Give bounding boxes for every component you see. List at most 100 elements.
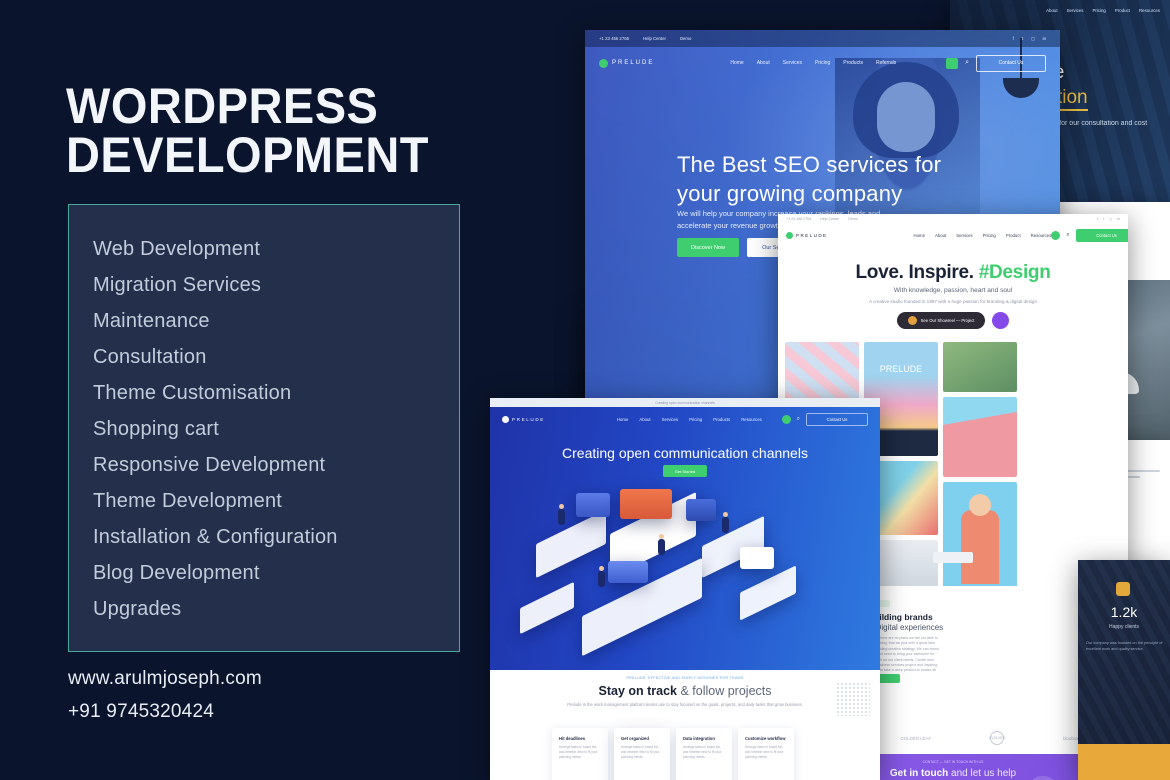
seo-nav-item[interactable]: Products bbox=[843, 60, 863, 66]
feature-title: Get organized bbox=[621, 736, 649, 741]
feature-card[interactable]: Get organized Arrange tasks in board lis… bbox=[614, 728, 670, 780]
trophy-icon bbox=[1116, 582, 1130, 596]
instagram-icon[interactable]: ◻ bbox=[1031, 36, 1035, 42]
design-subtitle2: A creative studio founded in 1997 with a… bbox=[868, 299, 1038, 304]
design-headline: Love. Inspire. #Design bbox=[778, 262, 1128, 284]
search-icon[interactable]: ⌕ bbox=[797, 416, 800, 423]
cart-icon[interactable] bbox=[781, 414, 791, 424]
seo-nav-item[interactable]: Home bbox=[730, 60, 743, 66]
communication-cta-button[interactable]: Contact Us bbox=[806, 412, 868, 426]
service-item: Theme Customisation bbox=[93, 382, 292, 404]
feature-title: Customize workflow bbox=[745, 736, 786, 741]
feature-card[interactable]: Customize workflow Arrange tasks in boar… bbox=[738, 728, 794, 780]
cart-icon[interactable] bbox=[946, 57, 959, 69]
poster-canvas: About Services Pricing Product Resources… bbox=[0, 0, 1170, 780]
portfolio-item[interactable] bbox=[943, 342, 1017, 392]
communication-nav-item[interactable]: Products bbox=[713, 417, 730, 422]
stats-body: Our company was founded on the principle… bbox=[1086, 641, 1163, 651]
design-cta-button[interactable]: Contact Us bbox=[1075, 228, 1128, 242]
seo-social-icons: f t ◻ in bbox=[1013, 36, 1046, 42]
poster-text: PRELUDE bbox=[879, 364, 923, 374]
features-headline-bold: Stay on track bbox=[598, 684, 678, 698]
search-icon[interactable]: ⌕ bbox=[965, 59, 969, 67]
page-title: WORDPRESS DEVELOPMENT bbox=[66, 81, 461, 183]
showreel-button[interactable]: See Our Showreel — Project bbox=[897, 312, 985, 329]
design-nav-item[interactable]: Product bbox=[1006, 233, 1021, 238]
page-title-line2: DEVELOPMENT bbox=[66, 127, 429, 183]
linkedin-icon[interactable]: in bbox=[1043, 36, 1046, 42]
services-box: Web Development Migration Services Maint… bbox=[68, 204, 460, 652]
portfolio-item[interactable] bbox=[943, 482, 1017, 590]
communication-nav-item[interactable]: About bbox=[639, 417, 650, 422]
seo-topbar-demo[interactable]: Demo bbox=[680, 36, 691, 41]
portfolio-item[interactable] bbox=[943, 397, 1017, 477]
communication-button[interactable]: Get Started bbox=[663, 465, 707, 477]
design-topbar-help[interactable]: Help Center bbox=[820, 217, 839, 221]
load-more-button[interactable] bbox=[933, 552, 973, 563]
footer-headline-light: and let us help bbox=[948, 768, 1017, 779]
instagram-icon[interactable]: ◻ bbox=[1109, 217, 1112, 221]
features-headline-light: & follow projects bbox=[677, 684, 772, 698]
facebook-icon[interactable]: f bbox=[1013, 36, 1014, 42]
cart-icon[interactable] bbox=[1051, 230, 1061, 240]
design-nav-item[interactable]: Home bbox=[914, 233, 925, 238]
mockup-stats: 1.2k Happy clients Our company was found… bbox=[1078, 560, 1170, 780]
iso-platform bbox=[740, 565, 796, 621]
iso-person bbox=[722, 512, 729, 533]
innovation-nav-item: Resources bbox=[1139, 8, 1160, 13]
design-pill-row: See Our Showreel — Project bbox=[778, 312, 1128, 329]
search-icon[interactable]: ⌕ bbox=[1066, 232, 1069, 239]
poster-left-panel: WORDPRESS DEVELOPMENT Web Development Mi… bbox=[0, 0, 500, 780]
person-face bbox=[877, 82, 935, 152]
communication-nav-item[interactable]: Home bbox=[617, 417, 628, 422]
communication-browser-bar: Creating open communication channels bbox=[490, 398, 880, 407]
seo-nav-item[interactable]: Pricing bbox=[815, 60, 830, 66]
twitter-icon[interactable]: t bbox=[1103, 217, 1104, 221]
feature-card[interactable]: Hit deadlines Arrange tasks in board lis… bbox=[552, 728, 608, 780]
iso-person bbox=[658, 534, 665, 555]
service-item: Migration Services bbox=[93, 274, 262, 296]
seo-topbar: +1 23 456 2765 Help Center Demo f t ◻ in bbox=[585, 30, 1060, 47]
design-nav-item[interactable]: Pricing bbox=[983, 233, 996, 238]
pin-icon bbox=[786, 231, 793, 239]
feature-card-row: Hit deadlines Arrange tasks in board lis… bbox=[552, 728, 794, 780]
feature-desc: Arrange tasks in board list, and timelin… bbox=[621, 745, 660, 759]
seo-nav-right: ⌕ Contact Us bbox=[946, 54, 1046, 72]
contact-phone[interactable]: +91 9745320424 bbox=[68, 695, 262, 728]
feature-title: Data integration bbox=[683, 736, 715, 741]
design-topbar-demo[interactable]: Demo bbox=[848, 217, 858, 221]
seo-primary-button[interactable]: Discover Now bbox=[677, 238, 739, 257]
portfolio-item[interactable] bbox=[785, 342, 859, 402]
feature-title: Hit deadlines bbox=[559, 736, 586, 741]
communication-nav-item[interactable]: Services bbox=[662, 417, 678, 422]
seo-cta-button[interactable]: Contact Us bbox=[976, 54, 1046, 72]
communication-nav-item[interactable]: Resources bbox=[741, 417, 762, 422]
seo-nav-item[interactable]: Services bbox=[783, 60, 802, 66]
seo-topbar-help[interactable]: Help Center bbox=[643, 36, 666, 41]
seo-logo[interactable]: PRELUDE bbox=[599, 58, 654, 68]
mockup-communication: Creating open communication channels PRE… bbox=[490, 398, 880, 780]
twitter-icon[interactable]: t bbox=[1022, 36, 1023, 42]
communication-logo[interactable]: PRELUDE bbox=[502, 415, 545, 423]
seo-headline: The Best SEO services for your growing c… bbox=[677, 150, 941, 208]
design-nav-item[interactable]: Resources bbox=[1031, 233, 1052, 238]
facebook-icon[interactable]: f bbox=[1097, 217, 1098, 221]
seo-nav-item[interactable]: About bbox=[757, 60, 770, 66]
design-logo[interactable]: PRELUDE bbox=[786, 231, 828, 239]
pin-icon bbox=[502, 415, 509, 423]
contact-website[interactable]: www.arulmjoseph.com bbox=[68, 662, 262, 695]
showreel-label: See Our Showreel — Project bbox=[920, 318, 975, 323]
feature-desc: Arrange tasks in board list, and timelin… bbox=[559, 745, 598, 759]
feature-card[interactable]: Data integration Arrange tasks in board … bbox=[676, 728, 732, 780]
service-item: Shopping cart bbox=[93, 418, 220, 440]
purple-circle-button[interactable] bbox=[992, 312, 1009, 329]
client-logo: EVOLVED bbox=[989, 731, 1005, 745]
linkedin-icon[interactable]: in bbox=[1117, 217, 1120, 221]
communication-nav-item[interactable]: Pricing bbox=[689, 417, 702, 422]
seo-nav-item[interactable]: Referrals bbox=[876, 60, 896, 66]
design-nav-item[interactable]: Services bbox=[956, 233, 972, 238]
communication-features-section: PRELUDE, EFFECTIVE AND SIMPLY DESIGNED F… bbox=[490, 670, 880, 780]
iso-card bbox=[608, 561, 648, 583]
innovation-nav-item: About bbox=[1046, 8, 1058, 13]
design-nav-item[interactable]: About bbox=[935, 233, 946, 238]
